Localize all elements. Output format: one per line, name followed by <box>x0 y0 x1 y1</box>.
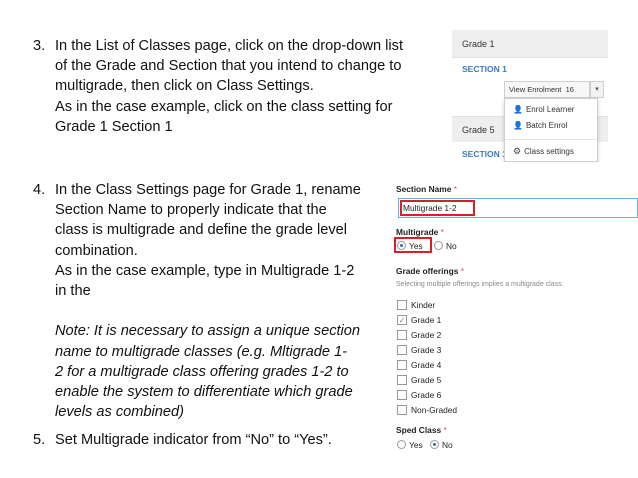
grade-1-header: Grade 1 <box>452 30 608 58</box>
section-name-highlight <box>400 200 475 216</box>
sped-no-radio[interactable] <box>430 440 439 449</box>
step-4-line: in the <box>55 283 91 300</box>
required-mark: * <box>453 184 457 194</box>
kinder-checkbox[interactable] <box>397 300 407 310</box>
grade-6-label: Grade 6 <box>411 390 442 400</box>
step-4: 4. In the Class Settings page for Grade … <box>33 180 373 420</box>
note-line: enable the system to differentiate which… <box>55 384 353 401</box>
grade-5-label: Grade 5 <box>411 375 442 385</box>
sped-class-label: Sped Class * <box>396 425 447 435</box>
grade-offerings-helper: Selecting multiple offerings implies a m… <box>396 281 562 288</box>
user-icon: 👤 <box>513 121 523 130</box>
menu-item-class-settings[interactable]: ⚙ Class settings <box>513 146 574 157</box>
step-4-line: Section Name to properly indicate that t… <box>55 202 327 219</box>
step-3-line: Grade 1 Section 1 <box>55 118 173 135</box>
view-enrolment-button[interactable]: View Enrolment 16 <box>504 81 590 98</box>
step-4-line: In the Class Settings page for Grade 1, … <box>55 182 361 198</box>
enrolment-count: 16 <box>565 85 574 94</box>
menu-divider <box>505 139 597 140</box>
non-graded-checkbox[interactable] <box>397 405 407 415</box>
grade-2-label: Grade 2 <box>411 330 442 340</box>
note-line: Note: It is necessary to assign a unique… <box>55 323 361 340</box>
kinder-label: Kinder <box>411 300 436 310</box>
step-5-number: 5. <box>33 432 46 448</box>
class-actions-menu: 👤 Enrol Learner 👤 Batch Enrol ⚙ Class setti… <box>504 98 598 162</box>
step-4-line: class is multigrade and define the grade… <box>55 222 348 239</box>
menu-item-label: Class settings <box>524 147 574 156</box>
step-3: 3. In the List of Classes page, click on… <box>33 36 433 136</box>
step-3-line: In the List of Classes page, click on th… <box>55 38 403 54</box>
note-line: name to multigrade classes (e.g. Mltigra… <box>55 343 348 360</box>
menu-item-label: Enrol Learner <box>525 105 575 114</box>
sped-yes-radio[interactable] <box>397 440 406 449</box>
non-graded-label: Non-Graded <box>411 405 458 415</box>
sped-yes-label: Yes <box>409 440 423 450</box>
section-1-link[interactable]: SECTION 1 <box>462 64 507 74</box>
class-list-screenshot: Grade 1 SECTION 1 Grade 5 SECTION 1 View… <box>452 30 608 162</box>
multigrade-no-label: No <box>446 241 457 251</box>
required-mark: * <box>440 227 444 237</box>
gear-icon: ⚙ <box>513 146 522 156</box>
required-mark: * <box>460 266 464 276</box>
grade-1-checkbox[interactable]: ✓ <box>397 315 407 325</box>
step-5-text: Set Multigrade indicator from “No” to “Y… <box>55 430 332 450</box>
class-settings-screenshot: Section Name * Multigrade 1-2 Multigrade… <box>388 176 638 461</box>
grade-1-label: Grade 1 <box>411 315 442 325</box>
grade-offerings-label: Grade offerings * <box>396 266 464 276</box>
step-3-number: 3. <box>33 38 46 54</box>
step-4-note: Note: It is necessary to assign a unique… <box>55 321 361 422</box>
grade-2-checkbox[interactable] <box>397 330 407 340</box>
multigrade-yes-highlight <box>394 237 432 253</box>
grade-3-checkbox[interactable] <box>397 345 407 355</box>
view-enrolment-label: View Enrolment <box>509 85 562 94</box>
label-text: Multigrade <box>396 227 439 237</box>
step-3-text: In the List of Classes page, click on th… <box>55 36 403 137</box>
step-3-line: As in the case example, click on the cla… <box>55 98 393 115</box>
grade-5-title: Grade 5 <box>462 125 495 135</box>
grade-4-label: Grade 4 <box>411 360 442 370</box>
label-text: Section Name <box>396 184 452 194</box>
dropdown-toggle-button[interactable]: ▾ <box>590 81 604 98</box>
multigrade-no-radio[interactable] <box>434 241 443 250</box>
multigrade-label: Multigrade * <box>396 227 444 237</box>
menu-item-enrol-learner[interactable]: 👤 Enrol Learner <box>513 105 574 114</box>
step-3-line: of the Grade and Section that you intend… <box>55 58 402 75</box>
required-mark: * <box>443 425 447 435</box>
grade-6-checkbox[interactable] <box>397 390 407 400</box>
step-3-line: multigrade, then click on Class Settings… <box>55 78 314 95</box>
section-1-link-grade-5[interactable]: SECTION 1 <box>462 149 507 159</box>
grade-5-checkbox[interactable] <box>397 375 407 385</box>
grade-4-checkbox[interactable] <box>397 360 407 370</box>
note-line: levels as combined) <box>55 404 184 421</box>
step-5: 5. Set Multigrade indicator from “No” to… <box>33 430 373 452</box>
step-4-line: combination. <box>55 242 138 259</box>
grade-3-label: Grade 3 <box>411 345 442 355</box>
step-4-number: 4. <box>33 182 46 198</box>
menu-item-label: Batch Enrol <box>525 121 568 130</box>
grade-1-title: Grade 1 <box>462 39 495 49</box>
label-text: Grade offerings <box>396 266 459 276</box>
sped-no-label: No <box>442 440 453 450</box>
user-icon: 👤 <box>513 105 523 114</box>
label-text: Sped Class <box>396 425 442 435</box>
step-5-line: Set Multigrade indicator from “No” to “Y… <box>55 432 332 448</box>
step-4-text: In the Class Settings page for Grade 1, … <box>55 180 361 422</box>
caret-down-icon: ▾ <box>595 86 599 93</box>
menu-item-batch-enrol[interactable]: 👤 Batch Enrol <box>513 121 567 130</box>
section-name-label: Section Name * <box>396 184 457 194</box>
note-line: 2 for a multigrade class offering grades… <box>55 363 349 380</box>
step-4-line: As in the case example, type in Multigra… <box>55 262 355 279</box>
